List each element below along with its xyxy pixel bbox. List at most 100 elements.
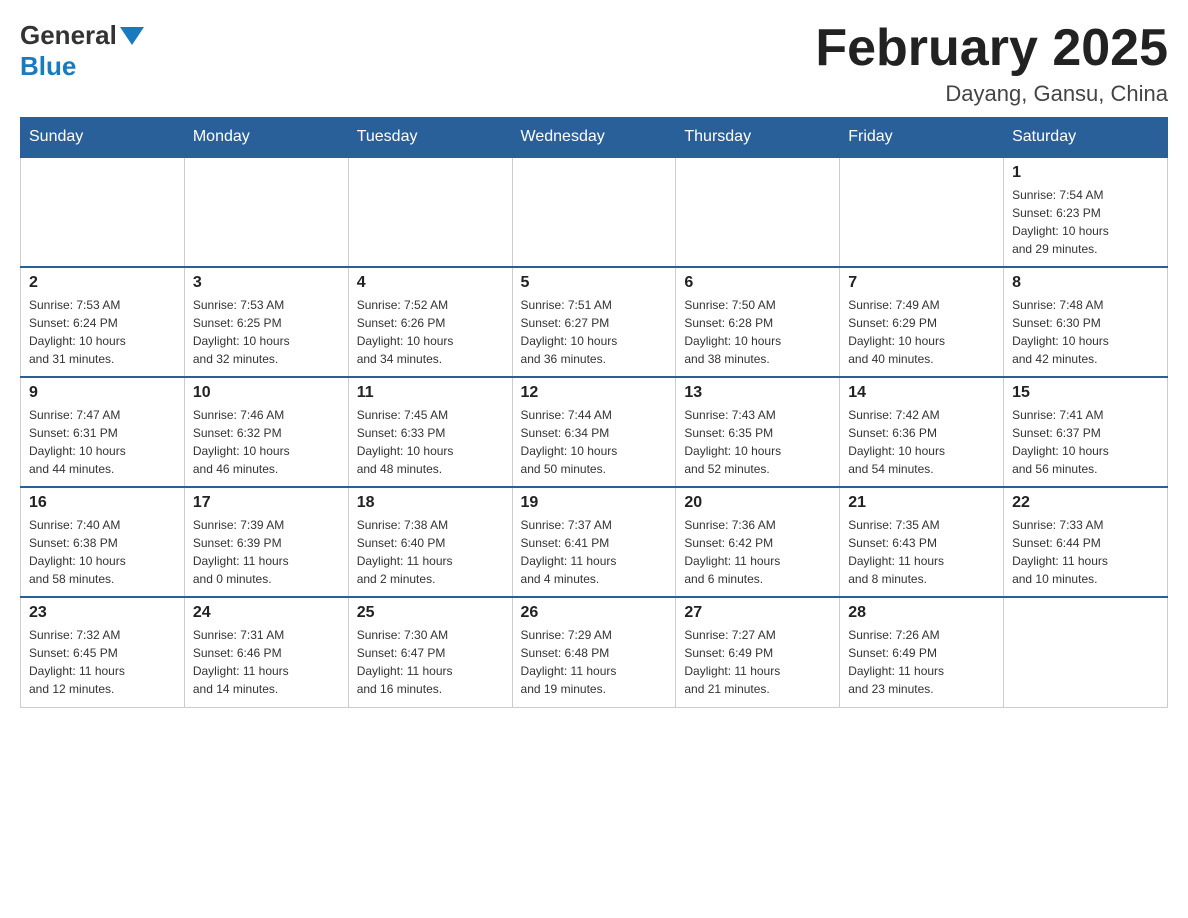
day-number: 18 xyxy=(357,494,504,512)
day-info: Sunrise: 7:32 AMSunset: 6:45 PMDaylight:… xyxy=(29,626,176,698)
calendar-header-monday: Monday xyxy=(184,118,348,158)
page-header: General Blue February 2025 Dayang, Gansu… xyxy=(20,20,1168,107)
day-info: Sunrise: 7:53 AMSunset: 6:25 PMDaylight:… xyxy=(193,296,340,368)
calendar-header-sunday: Sunday xyxy=(21,118,185,158)
calendar-cell: 27Sunrise: 7:27 AMSunset: 6:49 PMDayligh… xyxy=(676,597,840,707)
calendar-header-wednesday: Wednesday xyxy=(512,118,676,158)
day-info: Sunrise: 7:48 AMSunset: 6:30 PMDaylight:… xyxy=(1012,296,1159,368)
calendar-cell: 6 Sunrise: 7:50 AMSunset: 6:28 PMDaylight… xyxy=(676,267,840,377)
calendar-cell: 20Sunrise: 7:36 AMSunset: 6:42 PMDayligh… xyxy=(676,487,840,597)
day-number: 23 xyxy=(29,604,176,622)
day-number: 7 xyxy=(848,274,995,292)
calendar-cell: 22Sunrise: 7:33 AMSunset: 6:44 PMDayligh… xyxy=(1004,487,1168,597)
day-info: Sunrise: 7:42 AMSunset: 6:36 PMDaylight:… xyxy=(848,406,995,478)
day-info: Sunrise: 7:29 AMSunset: 6:48 PMDaylight:… xyxy=(521,626,668,698)
calendar-cell xyxy=(21,157,185,267)
day-info: Sunrise: 7:45 AMSunset: 6:33 PMDaylight:… xyxy=(357,406,504,478)
day-info: Sunrise: 7:50 AMSunset: 6:28 PMDaylight:… xyxy=(684,296,831,368)
day-number: 26 xyxy=(521,604,668,622)
day-info: Sunrise: 7:38 AMSunset: 6:40 PMDaylight:… xyxy=(357,516,504,588)
calendar-week-4: 16 Sunrise: 7:40 AMSunset: 6:38 PMDayligh… xyxy=(21,487,1168,597)
calendar-cell: 4 Sunrise: 7:52 AMSunset: 6:26 PMDaylight… xyxy=(348,267,512,377)
title-section: February 2025 Dayang, Gansu, China xyxy=(815,20,1168,107)
logo-blue-text: Blue xyxy=(20,51,76,81)
day-info: Sunrise: 7:27 AMSunset: 6:49 PMDaylight:… xyxy=(684,626,831,698)
calendar-week-5: 23 Sunrise: 7:32 AMSunset: 6:45 PMDayligh… xyxy=(21,597,1168,707)
calendar-cell: 19 Sunrise: 7:37 AMSunset: 6:41 PMDayligh… xyxy=(512,487,676,597)
calendar-week-2: 2 Sunrise: 7:53 AMSunset: 6:24 PMDaylight… xyxy=(21,267,1168,377)
location-subtitle: Dayang, Gansu, China xyxy=(815,81,1168,107)
day-number: 21 xyxy=(848,494,995,512)
calendar-cell: 17Sunrise: 7:39 AMSunset: 6:39 PMDayligh… xyxy=(184,487,348,597)
calendar-cell: 18 Sunrise: 7:38 AMSunset: 6:40 PMDayligh… xyxy=(348,487,512,597)
calendar-cell: 14 Sunrise: 7:42 AMSunset: 6:36 PMDayligh… xyxy=(840,377,1004,487)
calendar-cell xyxy=(512,157,676,267)
day-info: Sunrise: 7:30 AMSunset: 6:47 PMDaylight:… xyxy=(357,626,504,698)
calendar-header-friday: Friday xyxy=(840,118,1004,158)
day-number: 15 xyxy=(1012,384,1159,402)
day-info: Sunrise: 7:37 AMSunset: 6:41 PMDaylight:… xyxy=(521,516,668,588)
day-info: Sunrise: 7:46 AMSunset: 6:32 PMDaylight:… xyxy=(193,406,340,478)
calendar-header-tuesday: Tuesday xyxy=(348,118,512,158)
calendar-cell: 8 Sunrise: 7:48 AMSunset: 6:30 PMDaylight… xyxy=(1004,267,1168,377)
calendar-cell: 11 Sunrise: 7:45 AMSunset: 6:33 PMDayligh… xyxy=(348,377,512,487)
day-info: Sunrise: 7:41 AMSunset: 6:37 PMDaylight:… xyxy=(1012,406,1159,478)
calendar-cell: 2 Sunrise: 7:53 AMSunset: 6:24 PMDaylight… xyxy=(21,267,185,377)
calendar-cell: 13 Sunrise: 7:43 AMSunset: 6:35 PMDayligh… xyxy=(676,377,840,487)
logo: General Blue xyxy=(20,20,147,82)
calendar-cell: 16 Sunrise: 7:40 AMSunset: 6:38 PMDayligh… xyxy=(21,487,185,597)
day-number: 1 xyxy=(1012,164,1159,182)
day-info: Sunrise: 7:44 AMSunset: 6:34 PMDaylight:… xyxy=(521,406,668,478)
calendar-header-row: SundayMondayTuesdayWednesdayThursdayFrid… xyxy=(21,118,1168,158)
day-info: Sunrise: 7:43 AMSunset: 6:35 PMDaylight:… xyxy=(684,406,831,478)
day-number: 9 xyxy=(29,384,176,402)
day-number: 22 xyxy=(1012,494,1159,512)
calendar-cell xyxy=(184,157,348,267)
day-number: 13 xyxy=(684,384,831,402)
calendar-header-saturday: Saturday xyxy=(1004,118,1168,158)
calendar-cell xyxy=(348,157,512,267)
day-info: Sunrise: 7:39 AMSunset: 6:39 PMDaylight:… xyxy=(193,516,340,588)
calendar-header-thursday: Thursday xyxy=(676,118,840,158)
day-number: 25 xyxy=(357,604,504,622)
day-number: 14 xyxy=(848,384,995,402)
day-info: Sunrise: 7:53 AMSunset: 6:24 PMDaylight:… xyxy=(29,296,176,368)
day-number: 16 xyxy=(29,494,176,512)
day-number: 2 xyxy=(29,274,176,292)
day-number: 19 xyxy=(521,494,668,512)
logo-triangle-icon xyxy=(120,27,144,45)
day-number: 5 xyxy=(521,274,668,292)
calendar-cell xyxy=(676,157,840,267)
day-info: Sunrise: 7:36 AMSunset: 6:42 PMDaylight:… xyxy=(684,516,831,588)
calendar-table: SundayMondayTuesdayWednesdayThursdayFrid… xyxy=(20,117,1168,708)
calendar-cell: 12 Sunrise: 7:44 AMSunset: 6:34 PMDayligh… xyxy=(512,377,676,487)
day-info: Sunrise: 7:31 AMSunset: 6:46 PMDaylight:… xyxy=(193,626,340,698)
calendar-cell: 25 Sunrise: 7:30 AMSunset: 6:47 PMDayligh… xyxy=(348,597,512,707)
logo-general-text: General xyxy=(20,20,117,51)
calendar-cell: 3Sunrise: 7:53 AMSunset: 6:25 PMDaylight… xyxy=(184,267,348,377)
day-number: 4 xyxy=(357,274,504,292)
day-info: Sunrise: 7:47 AMSunset: 6:31 PMDaylight:… xyxy=(29,406,176,478)
calendar-cell: 9 Sunrise: 7:47 AMSunset: 6:31 PMDaylight… xyxy=(21,377,185,487)
calendar-cell: 23 Sunrise: 7:32 AMSunset: 6:45 PMDayligh… xyxy=(21,597,185,707)
calendar-week-1: 1Sunrise: 7:54 AMSunset: 6:23 PMDaylight… xyxy=(21,157,1168,267)
day-info: Sunrise: 7:35 AMSunset: 6:43 PMDaylight:… xyxy=(848,516,995,588)
calendar-cell: 28Sunrise: 7:26 AMSunset: 6:49 PMDayligh… xyxy=(840,597,1004,707)
calendar-cell: 15 Sunrise: 7:41 AMSunset: 6:37 PMDayligh… xyxy=(1004,377,1168,487)
day-number: 11 xyxy=(357,384,504,402)
calendar-cell: 5 Sunrise: 7:51 AMSunset: 6:27 PMDaylight… xyxy=(512,267,676,377)
day-number: 6 xyxy=(684,274,831,292)
calendar-cell: 24Sunrise: 7:31 AMSunset: 6:46 PMDayligh… xyxy=(184,597,348,707)
day-info: Sunrise: 7:40 AMSunset: 6:38 PMDaylight:… xyxy=(29,516,176,588)
day-info: Sunrise: 7:51 AMSunset: 6:27 PMDaylight:… xyxy=(521,296,668,368)
day-number: 12 xyxy=(521,384,668,402)
calendar-week-3: 9 Sunrise: 7:47 AMSunset: 6:31 PMDaylight… xyxy=(21,377,1168,487)
calendar-cell: 7Sunrise: 7:49 AMSunset: 6:29 PMDaylight… xyxy=(840,267,1004,377)
day-info: Sunrise: 7:52 AMSunset: 6:26 PMDaylight:… xyxy=(357,296,504,368)
day-number: 10 xyxy=(193,384,340,402)
month-title: February 2025 xyxy=(815,20,1168,77)
calendar-cell xyxy=(1004,597,1168,707)
day-info: Sunrise: 7:26 AMSunset: 6:49 PMDaylight:… xyxy=(848,626,995,698)
day-number: 8 xyxy=(1012,274,1159,292)
calendar-cell: 26 Sunrise: 7:29 AMSunset: 6:48 PMDayligh… xyxy=(512,597,676,707)
